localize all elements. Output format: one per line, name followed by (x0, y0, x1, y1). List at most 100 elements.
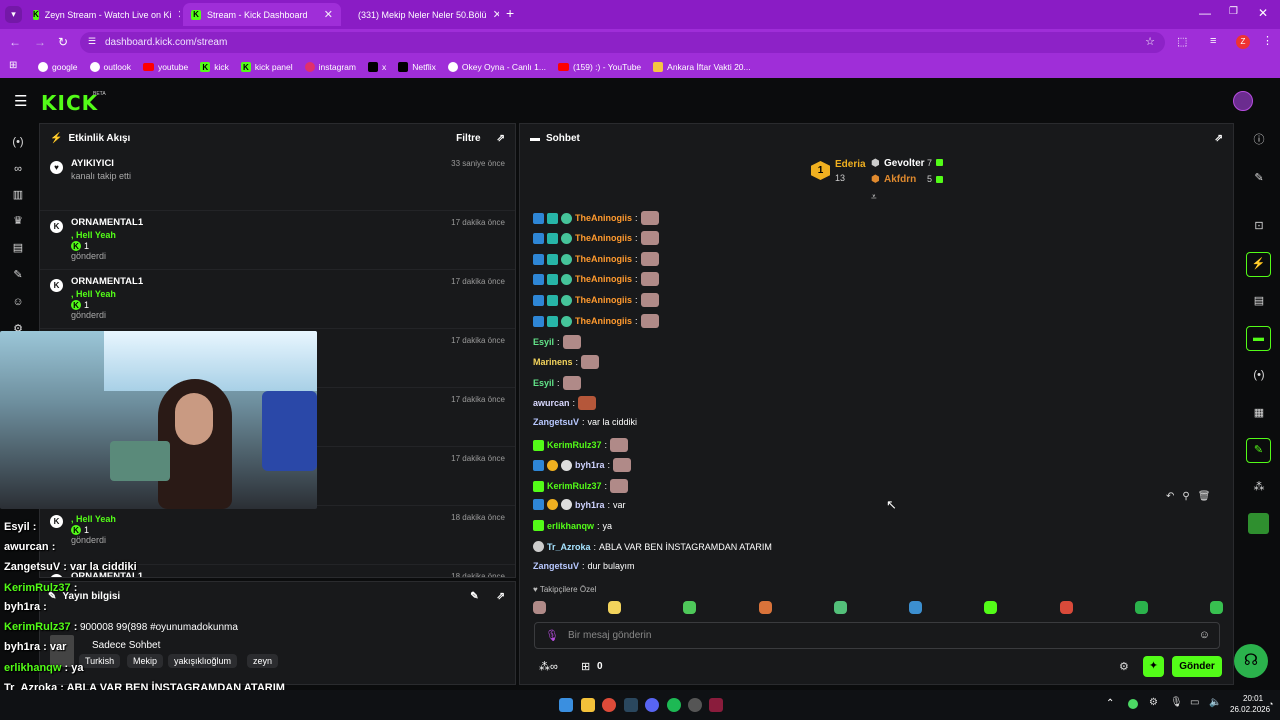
kick-bot-button[interactable]: ✦ (1143, 656, 1164, 677)
chat-message[interactable]: TheAninogiis: (533, 272, 659, 286)
tab-zeyn-stream[interactable]: K Zeyn Stream - Watch Live on Ki ✕ (25, 3, 180, 26)
support-headset-icon[interactable]: ☊ (1234, 644, 1268, 678)
display-tray-icon[interactable]: ▭ (1190, 697, 1199, 708)
bookmark-kick[interactable]: Kkick (200, 62, 229, 72)
chat-message[interactable]: ZangetsuV: var la ciddiki (533, 417, 637, 427)
chat-username[interactable]: TheAninogiis (575, 316, 632, 326)
activity-event[interactable]: K ORNAMENTAL1 17 dakika önce, Hell Yeah K 1 g… (40, 211, 515, 270)
chat-username[interactable]: TheAninogiis (575, 213, 632, 223)
hamburger-menu-icon[interactable]: ☰ (14, 92, 27, 110)
tab-youtube[interactable]: (331) Mekip Neler Neler 50.Bölü ✕ (344, 3, 499, 26)
steam-icon[interactable] (624, 698, 638, 712)
reply-icon[interactable]: ↶ (1166, 491, 1174, 502)
mic-tray-icon[interactable]: 🎙 (1170, 697, 1183, 708)
emote-button[interactable] (758, 601, 772, 614)
steam-tray-icon[interactable]: ⚙ (1149, 697, 1158, 708)
app-icon[interactable] (688, 698, 702, 712)
microphone-icon[interactable]: 🎙 (545, 629, 559, 642)
filter-button[interactable]: Filtre (456, 133, 480, 144)
chat-settings-icon[interactable]: ⚙ (1119, 660, 1129, 673)
chat-username[interactable]: erlikhanqw (547, 521, 594, 531)
chat-username[interactable]: Esyil (533, 337, 554, 347)
chat-message[interactable]: erlikhanqw: ya (533, 520, 612, 531)
new-tab-button[interactable]: + (506, 5, 514, 21)
activity-event[interactable]: K 18 dakika önce, Hell Yeah K 1 gönderdi (40, 506, 515, 565)
chat-message[interactable]: KerimRulz37: (533, 479, 629, 493)
activity-toggle-icon[interactable]: ⚡ (1246, 252, 1271, 277)
chat-message[interactable]: Esyil: (533, 335, 581, 349)
spotify-icon[interactable] (667, 698, 681, 712)
bookmark-okey[interactable]: Okey Oyna - Canlı 1... (447, 62, 546, 72)
bookmark-google[interactable]: google (38, 62, 78, 72)
emote-button[interactable] (608, 601, 622, 614)
chat-message[interactable]: byh1ra: var (533, 499, 626, 510)
activity-event[interactable]: ♥ AYIKIYICI 33 saniye önce kanalı takip ett… (40, 152, 515, 211)
wrench-toggle-icon[interactable]: ✎ (1246, 438, 1271, 463)
chat-message[interactable]: Marinens: (533, 355, 600, 369)
wrench-icon[interactable]: ✎ (11, 268, 25, 282)
trophy-icon[interactable]: ♛ (11, 214, 25, 228)
chat-username[interactable]: KerimRulz37 (547, 440, 602, 450)
apps-grid-icon[interactable]: ⊞ (9, 60, 17, 71)
chat-username[interactable]: Esyil (533, 378, 554, 388)
event-username[interactable]: ORNAMENTAL1 (71, 217, 505, 228)
info-icon[interactable]: ⓘ (1250, 131, 1268, 149)
chat-message[interactable]: Tr_Azroka: ABLA VAR BEN İNSTAGRAMDAN ATAR… (533, 541, 772, 552)
chat-username[interactable]: TheAninogiis (575, 274, 632, 284)
emoji-icon[interactable]: ☺ (1199, 629, 1210, 641)
emote-button[interactable] (533, 601, 546, 614)
notification-icon[interactable]: ◔ (1268, 699, 1273, 709)
chat-message[interactable]: Esyil: (533, 376, 581, 390)
close-tab-icon[interactable]: ✕ (178, 8, 181, 21)
chat-message[interactable]: TheAninogiis: (533, 314, 659, 328)
clock-date[interactable]: 26.02.2026 (1230, 705, 1270, 714)
bookmark-youtube[interactable]: youtube (142, 62, 188, 72)
edit-icon[interactable]: ✎ (1250, 169, 1268, 187)
activity-event[interactable]: K ORNAMENTAL1 17 dakika önce, Hell Yeah K 1 g… (40, 270, 515, 329)
forward-icon[interactable]: → (34, 35, 46, 49)
chat-username[interactable]: TheAninogiis (575, 233, 632, 243)
document-icon[interactable]: ▤ (1250, 292, 1268, 310)
edit-icon[interactable]: ✎ (470, 591, 478, 602)
chrome-icon[interactable] (602, 698, 616, 712)
emote-button[interactable] (1134, 601, 1148, 614)
popout-icon[interactable]: ⇗ (1215, 133, 1223, 144)
chat-username[interactable]: Marinens (533, 357, 573, 367)
maximize-button[interactable]: ❐ (1229, 6, 1238, 17)
chat-toggle-icon[interactable]: ▬ (1246, 326, 1271, 351)
bookmark-instagram[interactable]: instagram (304, 62, 356, 72)
tab-search-button[interactable]: ▾ (5, 6, 22, 23)
tray-app-icon[interactable] (1128, 699, 1138, 709)
chat-message[interactable]: TheAninogiis: (533, 252, 659, 266)
popout-icon[interactable]: ⇗ (497, 133, 505, 144)
url-field[interactable]: ☰ dashboard.kick.com/stream ☆ (80, 32, 1165, 53)
users-icon[interactable]: ☺ (11, 295, 25, 309)
chat-message[interactable]: awurcan: (533, 396, 597, 410)
broadcast-icon[interactable]: (•) (1250, 366, 1268, 384)
bookmark-star-icon[interactable]: ☆ (1145, 35, 1155, 48)
screenshot-icon[interactable]: ⊡ (1250, 217, 1268, 235)
live-icon[interactable]: (•) (11, 135, 25, 149)
emote-button[interactable] (909, 601, 923, 614)
chat-username[interactable]: KerimRulz37 (547, 481, 602, 491)
chat-message[interactable]: TheAninogiis: (533, 211, 659, 225)
active-app-icon[interactable] (709, 698, 723, 712)
expand-leaderboard-icon[interactable]: ⩡ (871, 192, 877, 203)
chat-username[interactable]: TheAninogiis (575, 295, 632, 305)
profile-avatar[interactable]: Z (1236, 35, 1250, 49)
share-icon[interactable]: ⁂ (1250, 478, 1268, 496)
chat-input[interactable]: 🎙 Bir mesaj gönderin ☺ (534, 622, 1220, 649)
gifter-name-3[interactable]: Akfdrn (884, 174, 916, 185)
file-explorer-icon[interactable] (581, 698, 595, 712)
bookmark-x[interactable]: x (367, 62, 386, 72)
emote-button[interactable] (1209, 601, 1223, 614)
clock-time[interactable]: 20:01 (1243, 694, 1263, 703)
reload-icon[interactable]: ↻ (58, 35, 68, 49)
kick-logo[interactable]: KICK (41, 91, 98, 115)
popout-icon[interactable]: ⇗ (497, 591, 505, 602)
chat-username[interactable]: ZangetsuV (533, 417, 579, 427)
chat-username[interactable]: byh1ra (575, 460, 605, 470)
emote-button[interactable] (683, 601, 697, 614)
volume-icon[interactable]: 🔈 (1209, 697, 1221, 708)
bookmark-youtube-159[interactable]: (159) :) - YouTube (557, 62, 641, 72)
